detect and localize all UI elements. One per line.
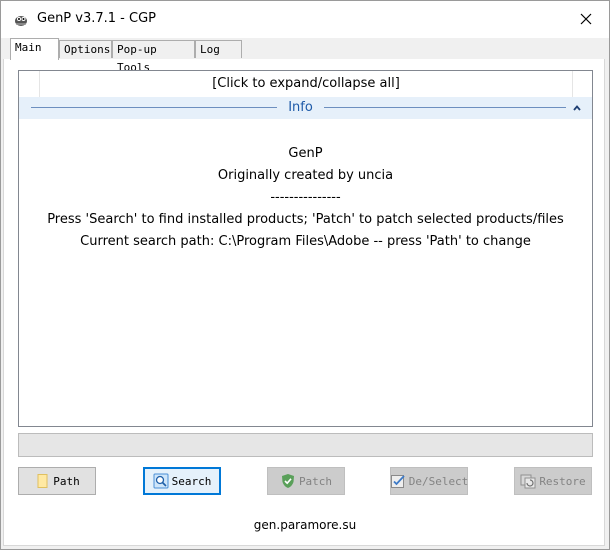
info-line-credits: Originally created by uncia [217, 168, 394, 183]
search-button[interactable]: Search [143, 467, 221, 495]
shield-check-icon [281, 474, 294, 488]
info-line-separator: --------------- [270, 190, 341, 205]
patch-button[interactable]: Patch [267, 467, 345, 495]
tab-log[interactable]: Log [195, 40, 242, 58]
tab-popup-tools[interactable]: Pop-up Tools [112, 40, 195, 74]
magnifier-icon [153, 473, 169, 489]
tab-main[interactable]: Main [10, 38, 59, 60]
app-icon [15, 16, 27, 26]
tab-strip: Main Options Pop-up Tools Log [1, 38, 609, 74]
deselect-button[interactable]: De/Select [390, 467, 468, 495]
group-info-label: Info [288, 100, 313, 115]
close-icon [580, 13, 592, 25]
restore-button[interactable]: Restore [514, 467, 592, 495]
deselect-button-label: De/Select [408, 474, 469, 488]
path-button[interactable]: Path [18, 467, 96, 495]
info-line-instructions: Press 'Search' to find installed product… [47, 212, 564, 227]
checkbox-icon [390, 475, 405, 488]
window-title: GenP v3.7.1 - CGP [37, 11, 156, 26]
genp-window: GenP v3.7.1 - CGP Main Options Pop-up To… [0, 0, 610, 550]
progress-bar [18, 433, 593, 457]
title-bar[interactable]: GenP v3.7.1 - CGP [1, 1, 609, 38]
info-line-app-name: GenP [288, 146, 323, 161]
group-divider-left [31, 107, 277, 108]
group-info-header[interactable]: Info [19, 97, 592, 119]
website-link[interactable]: gen.paramore.su [1, 518, 609, 532]
folder-icon [37, 474, 48, 488]
close-button[interactable] [568, 5, 604, 33]
patch-button-label: Patch [298, 474, 333, 488]
search-button-label: Search [171, 474, 212, 488]
info-line-search-path: Current search path: C:\Program Files\Ad… [80, 234, 531, 249]
expand-collapse-all-header[interactable]: [Click to expand/collapse all] [39, 71, 573, 97]
chevron-up-icon[interactable] [572, 103, 582, 113]
group-divider-right [324, 107, 566, 108]
path-button-label: Path [53, 474, 80, 488]
tab-options[interactable]: Options [59, 40, 112, 58]
restore-icon [520, 474, 536, 489]
restore-button-label: Restore [539, 474, 586, 488]
info-text-block: GenP Originally created by uncia -------… [19, 143, 592, 253]
product-list[interactable]: [Click to expand/collapse all] Info GenP… [18, 70, 593, 427]
